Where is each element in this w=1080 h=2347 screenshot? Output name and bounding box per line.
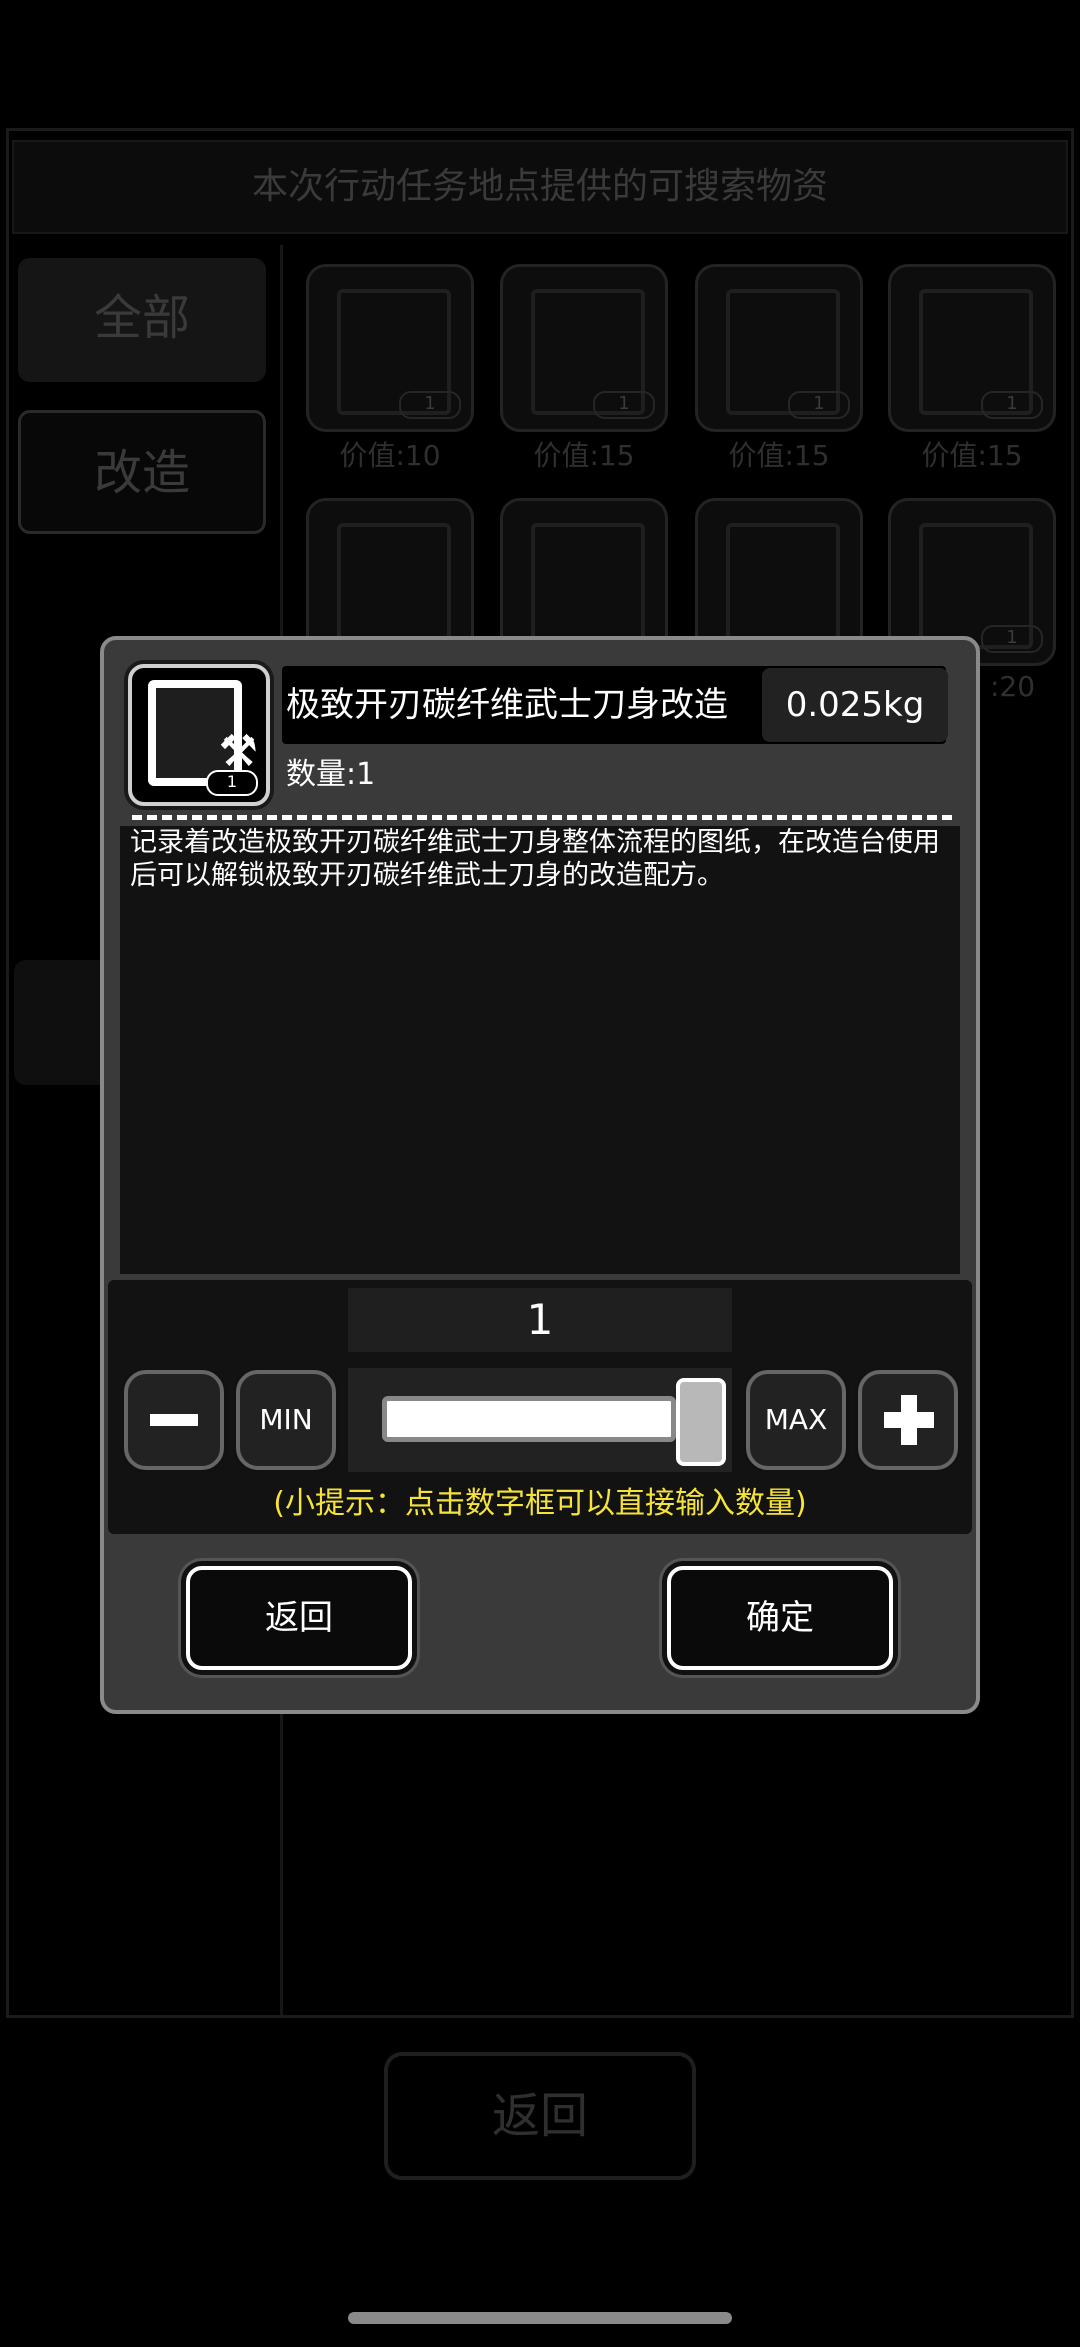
back-button[interactable]: 返回 [186, 1566, 412, 1670]
grid-item-value: 价值:15 [728, 439, 830, 472]
grid-item[interactable]: 1 [695, 264, 863, 432]
tab-modification[interactable]: 改造 [18, 410, 266, 534]
grid-item-value: :20 [990, 670, 1036, 703]
max-button[interactable]: MAX [746, 1370, 846, 1470]
item-qty-badge: 1 [788, 391, 850, 419]
tab-all[interactable]: 全部 [18, 258, 266, 382]
background-back-button[interactable]: 返回 [384, 2052, 696, 2180]
item-qty-badge: 1 [981, 625, 1043, 653]
blueprint-document-icon [726, 523, 840, 649]
slider-track[interactable] [382, 1396, 676, 1442]
divider [132, 815, 952, 820]
description-panel [120, 826, 960, 1274]
quantity-input[interactable]: 1 [348, 1288, 732, 1352]
wrench-hammer-icon: ⚒ [218, 726, 258, 777]
blueprint-document-icon [337, 523, 451, 649]
background-header-title: 本次行动任务地点提供的可搜索物资 [12, 140, 1068, 234]
home-indicator[interactable] [348, 2312, 732, 2324]
grid-item[interactable]: 1 [306, 264, 474, 432]
item-count: 数量:1 [286, 757, 376, 792]
blueprint-document-icon [531, 523, 645, 649]
grid-item-value: 价值:10 [339, 439, 441, 472]
item-icon: ⚒ 1 [128, 664, 270, 806]
grid-item-value: 价值:15 [921, 439, 1023, 472]
item-name: 极致开刃碳纤维武士刀身改造 [286, 685, 728, 725]
decrement-button[interactable] [124, 1370, 224, 1470]
grid-item[interactable]: 1 [500, 264, 668, 432]
item-qty-badge: 1 [981, 391, 1043, 419]
item-qty-badge: 1 [399, 391, 461, 419]
hint-text: (小提示：点击数字框可以直接输入数量) [273, 1486, 807, 1521]
grid-item[interactable]: 1 [888, 264, 1056, 432]
min-button[interactable]: MIN [236, 1370, 336, 1470]
confirm-button[interactable]: 确定 [667, 1566, 893, 1670]
icon-qty-badge: 1 [206, 770, 258, 796]
grid-item-value: 价值:15 [533, 439, 635, 472]
increment-button[interactable] [858, 1370, 958, 1470]
item-description: 记录着改造极致开刃碳纤维武士刀身整体流程的图纸，在改造台使用后可以解锁极致开刃碳… [130, 827, 940, 891]
minus-icon [150, 1414, 198, 1426]
item-qty-badge: 1 [593, 391, 655, 419]
slider-handle[interactable] [676, 1378, 726, 1466]
item-weight: 0.025kg [762, 668, 948, 742]
